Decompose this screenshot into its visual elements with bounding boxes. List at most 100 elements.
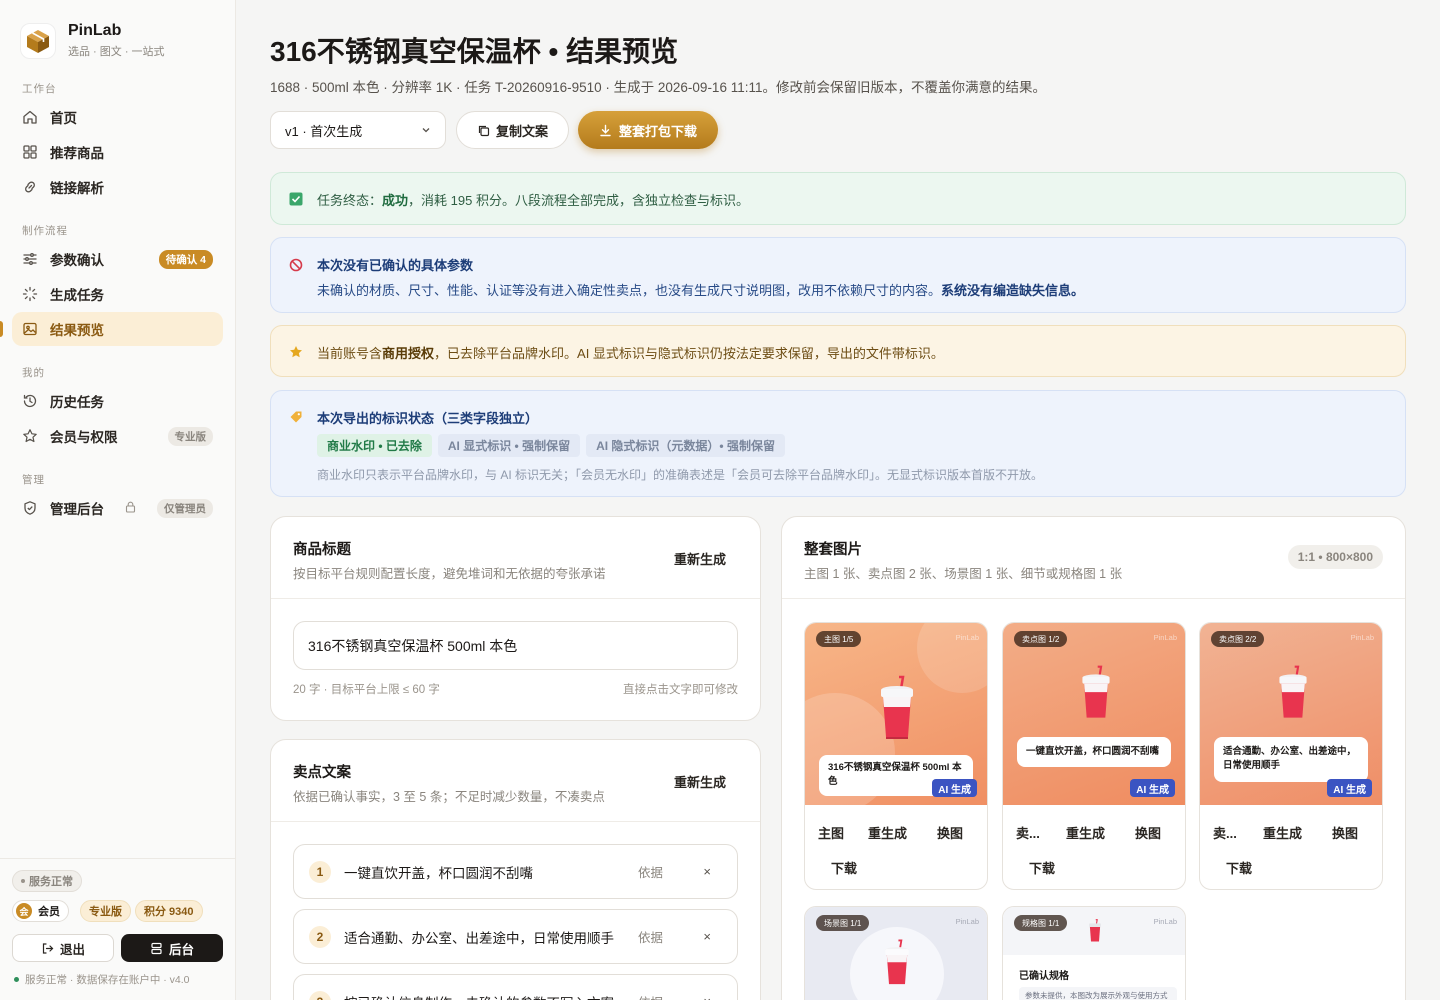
nav-item-label: 首页 — [50, 111, 77, 126]
marks-note: 商业水印只表示平台品牌水印，与 AI 标识无关；「会员无水印」的准确表述是「会员… — [317, 468, 1044, 482]
license-rest: ，已去除平台品牌水印。AI 显式标识与隐式标识仍按法定要求保留，导出的文件带标识… — [434, 346, 944, 361]
copy-icon — [477, 124, 490, 137]
scene-image[interactable]: 场景图 1/1 PinLab — [805, 907, 987, 1000]
image-set-desc: 主图 1 张、卖点图 2 张、场景图 1 张、细节或规格图 1 张 — [804, 567, 1123, 581]
logout-icon — [41, 942, 54, 955]
list-item[interactable]: 3 按已确认信息制作，未确认的参数不写入文案 依据 × — [293, 974, 738, 1000]
nav-item-home[interactable]: 首页 — [12, 100, 223, 134]
image-caption: 适合通勤、办公室、出差途中，日常使用顺手 — [1214, 737, 1368, 782]
ratio-chip: 1:1 • 800×800 — [1287, 545, 1383, 569]
regenerate-image-button[interactable]: 重生成 — [1263, 823, 1302, 842]
selling-image-2[interactable]: 卖点图 2/2 PinLab 适合通勤、办公室、出差途中，日常使用顺手 AI 生… — [1200, 623, 1382, 805]
ai-generated-badge: AI 生成 — [1130, 779, 1175, 797]
image-caption: 一键直饮开盖，杯口圆润不刮嘴 — [1017, 737, 1171, 768]
nav-section-workflow: 制作流程 — [22, 225, 68, 237]
sidebar-footer: 服务正常 会 会员 专业版 积分 9340 退出 后台 服务正常 · 数据保存在… — [0, 858, 236, 1000]
delete-item-button[interactable]: × — [703, 994, 711, 1000]
download-image-button[interactable]: 下载 — [831, 858, 857, 877]
item-text[interactable]: 一键直饮开盖，杯口圆润不刮嘴 — [344, 862, 533, 882]
image-tag: 卖点图 1/2 — [1014, 631, 1068, 647]
brand-tagline: 选品 · 图文 · 一站式 — [68, 46, 165, 58]
page-subtitle: 1688 · 500ml 本色 · 分辨率 1K · 任务 T-20260916… — [270, 80, 1046, 95]
footer-status: 服务正常 · 数据保存在账户中 · v4.0 — [14, 972, 190, 987]
grid-icon — [22, 144, 38, 160]
image-card-selling-2: 卖点图 2/2 PinLab 适合通勤、办公室、出差途中，日常使用顺手 AI 生… — [1199, 622, 1383, 890]
success-prefix: 任务终态： — [317, 193, 383, 208]
item-text[interactable]: 按已确认信息制作，未确认的参数不写入文案 — [344, 992, 614, 1000]
delete-item-button[interactable]: × — [703, 929, 711, 944]
watermark: PinLab — [955, 917, 979, 926]
image-set-card: 整套图片 主图 1 张、卖点图 2 张、场景图 1 张、细节或规格图 1 张 1… — [781, 516, 1406, 1000]
logout-label: 退出 — [59, 942, 85, 957]
download-all-label: 整套打包下载 — [618, 123, 697, 139]
cup-icon — [881, 675, 913, 739]
regenerate-title-button[interactable]: 重新生成 — [674, 549, 726, 568]
selling-points-heading: 卖点文案 — [293, 765, 351, 781]
nav-item-label: 结果预览 — [50, 323, 104, 338]
tag-watermark-removed: 商业水印 • 已去除 — [317, 434, 432, 457]
item-number: 2 — [309, 925, 331, 948]
swap-image-button[interactable]: 换图 — [1135, 823, 1161, 842]
member-label: 会员 — [38, 906, 60, 918]
nav-item-link-parse[interactable]: 链接解析 — [12, 170, 223, 204]
watermark: PinLab — [1153, 917, 1177, 926]
basis-button[interactable]: 依据 — [638, 992, 663, 1000]
nav-item-membership[interactable]: 会员与权限 专业版 — [12, 419, 223, 453]
member-avatar: 会 — [16, 903, 32, 919]
nav-item-recommended[interactable]: 推荐商品 — [12, 135, 223, 169]
download-all-button[interactable]: 整套打包下载 — [578, 111, 718, 149]
item-number: 3 — [309, 990, 331, 1000]
main-image[interactable]: 主图 1/5 PinLab 316不锈钢真空保温杯 500ml 本色 AI 生成 — [805, 623, 987, 805]
image-icon — [22, 321, 38, 337]
footer-status-text: 服务正常 · 数据保存在账户中 · v4.0 — [25, 974, 190, 986]
version-select[interactable]: v1 · 首次生成 — [270, 111, 446, 149]
brand[interactable]: PinLab 选品 · 图文 · 一站式 — [20, 22, 165, 59]
logo-box-icon — [20, 22, 56, 59]
title-edit-hint: 直接点击文字即可修改 — [623, 684, 738, 696]
plan-chip: 专业版 — [80, 900, 131, 922]
copy-text-label: 复制文案 — [495, 123, 548, 139]
selling-image-1[interactable]: 卖点图 1/2 PinLab 一键直饮开盖，杯口圆润不刮嘴 AI 生成 — [1003, 623, 1185, 805]
basis-button[interactable]: 依据 — [638, 862, 663, 881]
loader-icon — [22, 286, 38, 302]
nav-item-result-preview[interactable]: 结果预览 — [12, 312, 223, 346]
regenerate-image-button[interactable]: 重生成 — [868, 823, 907, 842]
basis-button[interactable]: 依据 — [638, 927, 663, 946]
item-text[interactable]: 适合通勤、办公室、出差途中，日常使用顺手 — [344, 927, 614, 947]
list-item[interactable]: 2 适合通勤、办公室、出差途中，日常使用顺手 依据 × — [293, 909, 738, 964]
cup-icon — [885, 939, 909, 985]
marks-tags: 商业水印 • 已去除 AI 显式标识 • 强制保留 AI 隐式标识（元数据）• 强制… — [317, 434, 791, 457]
no-params-title: 本次没有已确认的具体参数 — [317, 258, 474, 273]
service-status-chip: 服务正常 — [12, 870, 82, 892]
active-indicator — [0, 321, 3, 337]
delete-item-button[interactable]: × — [703, 864, 711, 879]
nav-item-param-confirm[interactable]: 参数确认 待确认 4 — [12, 242, 223, 276]
swap-image-button[interactable]: 换图 — [937, 823, 963, 842]
product-title-input[interactable]: 316不锈钢真空保温杯 500ml 本色 — [293, 621, 738, 670]
regenerate-copy-button[interactable]: 重新生成 — [674, 772, 726, 791]
nav-item-admin-console[interactable]: 管理后台 仅管理员 — [12, 491, 223, 525]
download-image-button[interactable]: 下载 — [1226, 858, 1252, 877]
regenerate-image-button[interactable]: 重生成 — [1066, 823, 1105, 842]
tag-icon — [289, 410, 303, 424]
list-item[interactable]: 1 一键直饮开盖，杯口圆润不刮嘴 依据 × — [293, 844, 738, 899]
swap-image-button[interactable]: 换图 — [1332, 823, 1358, 842]
item-number: 1 — [309, 860, 331, 883]
nav-item-generate-tasks[interactable]: 生成任务 — [12, 277, 223, 311]
service-status-label: 服务正常 — [29, 876, 73, 888]
spec-note: 参数未提供，本图改为展示外观与使用方式 — [1019, 987, 1177, 1000]
check-square-icon — [289, 192, 303, 206]
ai-generated-badge: AI 生成 — [932, 779, 977, 797]
spec-image[interactable]: 规格图 1/1 PinLab 已确认规格 参数未提供，本图改为展示外观与使用方式 — [1003, 907, 1185, 1000]
logout-button[interactable]: 退出 — [12, 934, 114, 962]
nav-item-history[interactable]: 历史任务 — [12, 384, 223, 418]
download-image-button[interactable]: 下载 — [1029, 858, 1055, 877]
image-label: 卖... — [1016, 826, 1040, 841]
member-chip[interactable]: 会 会员 — [12, 900, 69, 922]
nav-section-admin: 管理 — [22, 474, 45, 486]
admin-button[interactable]: 后台 — [121, 934, 223, 962]
status-dot-icon — [21, 879, 25, 883]
nav-item-label: 推荐商品 — [50, 146, 104, 161]
plan-badge: 专业版 — [167, 426, 213, 446]
copy-text-button[interactable]: 复制文案 — [456, 111, 569, 149]
